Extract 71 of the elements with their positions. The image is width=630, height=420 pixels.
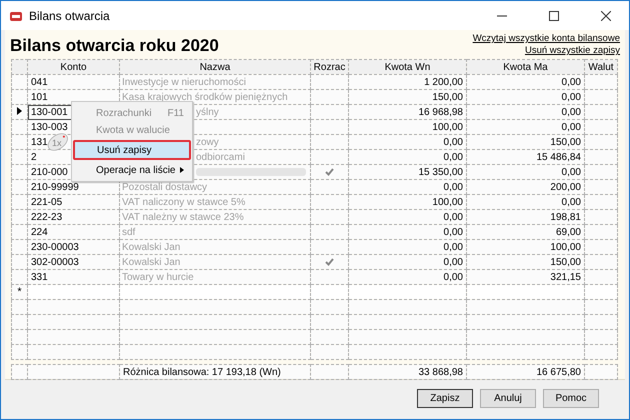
page-heading: Bilans otwarcia roku 2020	[10, 36, 219, 56]
column-header[interactable]: Walut	[584, 60, 618, 74]
table-cell: 224	[28, 224, 120, 240]
table-cell: 100,00	[466, 240, 584, 254]
table-cell: 200,00	[466, 180, 584, 194]
table-cell: 331	[28, 270, 120, 284]
table-cell: Kowalski Jan	[122, 256, 180, 268]
close-icon[interactable]	[601, 10, 611, 20]
table-cell: Pozostali dostawcy	[122, 182, 208, 192]
table-cell: 0,00	[466, 164, 584, 180]
maximize-icon[interactable]	[549, 10, 559, 20]
table-cell: VAT należny w stawce 23%	[122, 212, 244, 222]
table-cell: 198,81	[466, 210, 584, 224]
table-cell: VAT naliczony w stawce 5%	[122, 196, 246, 208]
table-cell: 321,15	[466, 270, 584, 284]
table-cell: 0,00	[348, 254, 466, 270]
table-cell: Kasa krajowych środków pieniężnych	[122, 92, 288, 102]
dialog-button[interactable]: Anuluj	[480, 389, 536, 408]
column-header[interactable]: Konto	[28, 60, 120, 74]
table-cell: 15 486,84	[466, 150, 584, 164]
table-cell: Kowalski Jan	[122, 242, 180, 252]
column-header[interactable]: Kwota Ma	[466, 60, 584, 74]
table-cell: 100,00	[348, 120, 466, 134]
click-count: 1x	[52, 138, 62, 148]
table-cell: zowy	[196, 136, 219, 148]
window-title: Bilans otwarcia	[29, 8, 110, 22]
table-cell: 0,00	[348, 270, 466, 284]
table-cell: yślny	[196, 106, 219, 118]
table-cell: Towary w hurcie	[122, 272, 194, 282]
balance-difference: Różnica bilansowa: 17 193,18 (Wn)	[120, 364, 310, 380]
link[interactable]: Usuń wszystkie zapisy	[524, 45, 620, 57]
table-cell: 221-05	[28, 194, 120, 210]
table-cell: 100,00	[348, 194, 466, 210]
table-cell: 0,00	[348, 150, 466, 164]
table-cell: 1 200,00	[348, 74, 466, 90]
table-cell: 15 350,00	[348, 164, 466, 180]
table-cell: 0,00	[348, 134, 466, 150]
menu-item[interactable]: Usuń zapisy	[73, 140, 191, 160]
table-cell: 0,00	[466, 74, 584, 90]
table-cell: 0,00	[466, 194, 584, 210]
dialog-button[interactable]: Zapisz	[417, 389, 473, 408]
table-cell: 0,00	[466, 120, 584, 134]
table-cell: 150,00	[466, 134, 584, 150]
table-cell: 69,00	[466, 224, 584, 240]
table-cell: 150,00	[466, 254, 584, 270]
total-cell: 33 868,98	[348, 364, 466, 380]
table-cell: 041	[28, 74, 120, 90]
table-cell: 0,00	[466, 90, 584, 104]
total-cell: 16 675,80	[466, 364, 584, 380]
table-cell: 222-23	[28, 210, 120, 224]
new-row-icon: *	[17, 286, 22, 298]
column-header[interactable]: Kwota Wn	[348, 60, 466, 74]
dialog-button[interactable]: Pomoc	[543, 389, 599, 408]
table-cell: 302-00003	[28, 254, 120, 270]
table-cell: 0,00	[348, 240, 466, 254]
table-cell: sdf	[122, 226, 136, 238]
app-icon	[9, 10, 23, 22]
table-cell: 0,00	[348, 224, 466, 240]
link[interactable]: Wczytaj wszystkie konta bilansowe	[472, 33, 620, 45]
table-cell: Inwestycje w nieruchomości	[122, 76, 246, 88]
table-cell: 16 968,98	[348, 104, 466, 120]
column-header[interactable]: Rozrac	[310, 60, 348, 74]
submenu-arrow-icon	[180, 167, 184, 173]
table-cell: odbiorcami	[196, 152, 245, 162]
table-cell: 0,00	[348, 180, 466, 194]
table-cell: 230-00003	[28, 240, 120, 254]
table-cell: 150,00	[348, 90, 466, 104]
column-header[interactable]: Nazwa	[120, 60, 310, 74]
current-row-icon	[17, 106, 22, 114]
table-cell: 0,00	[466, 104, 584, 120]
table-cell: 0,00	[348, 210, 466, 224]
